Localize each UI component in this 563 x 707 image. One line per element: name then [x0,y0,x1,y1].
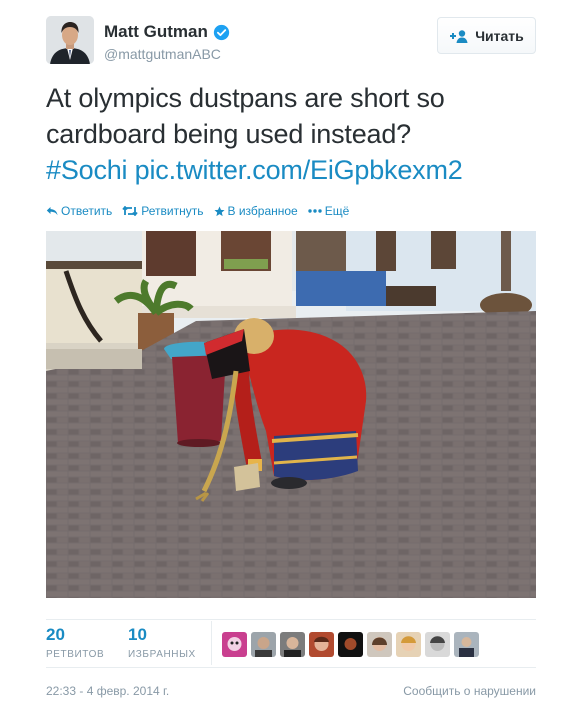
author-avatar[interactable] [46,16,94,64]
star-icon [213,205,225,216]
author-name-text: Matt Gutman [104,22,208,41]
tweet-photo[interactable] [46,231,536,598]
tweet-actions: Ответить Ретвитнуть В избранное Ещё [46,204,359,218]
author-name[interactable]: Matt Gutman [104,22,230,42]
favoriters-avatars [222,632,483,657]
more-label: Ещё [324,204,350,218]
tweet-text: At olympics dustpans are short so cardbo… [46,80,536,188]
tweet-timestamp[interactable]: 22:33 - 4 февр. 2014 г. [46,684,169,698]
stats-bottom-divider [46,667,536,668]
author-handle[interactable]: @mattgutmanABC [104,46,221,62]
favoriter-avatar[interactable] [338,632,363,657]
retweet-count: 20 [46,625,65,644]
add-user-icon [450,29,468,43]
more-button[interactable]: Ещё [308,204,350,218]
retweet-label: Ретвитнуть [141,204,204,218]
favoriter-avatar[interactable] [309,632,334,657]
follow-button[interactable]: Читать [437,17,536,54]
favoriter-avatar[interactable] [454,632,479,657]
stats-vertical-divider [211,621,212,665]
favoriter-avatar[interactable] [251,632,276,657]
report-link[interactable]: Сообщить о нарушении [403,684,536,698]
favorite-button[interactable]: В избранное [213,204,298,218]
reply-button[interactable]: Ответить [46,204,112,218]
favoriter-avatar[interactable] [280,632,305,657]
retweet-count-label: РЕТВИТОВ [46,649,105,660]
favorite-count-label: ИЗБРАННЫХ [128,649,196,660]
stats-top-divider [46,619,536,620]
hashtag-link[interactable]: #Sochi [46,155,128,185]
more-icon [308,209,322,213]
favorite-label: В избранное [227,204,298,218]
verified-badge-icon [213,24,230,40]
reply-icon [46,207,58,216]
retweet-button[interactable]: Ретвитнуть [122,204,204,218]
pic-link[interactable]: pic.twitter.com/EiGpbkexm2 [135,155,463,185]
retweet-stat[interactable]: 20 РЕТВИТОВ [46,625,104,660]
reply-label: Ответить [61,204,113,218]
follow-button-label: Читать [475,27,524,44]
favoriter-avatar[interactable] [425,632,450,657]
tweet-body: At olympics dustpans are short so cardbo… [46,83,445,149]
favoriter-avatar[interactable] [396,632,421,657]
favorite-stat[interactable]: 10 ИЗБРАННЫХ [128,625,196,660]
favorite-count: 10 [128,625,147,644]
retweet-icon [122,206,138,216]
favoriter-avatar[interactable] [367,632,392,657]
favoriter-avatar[interactable] [222,632,247,657]
